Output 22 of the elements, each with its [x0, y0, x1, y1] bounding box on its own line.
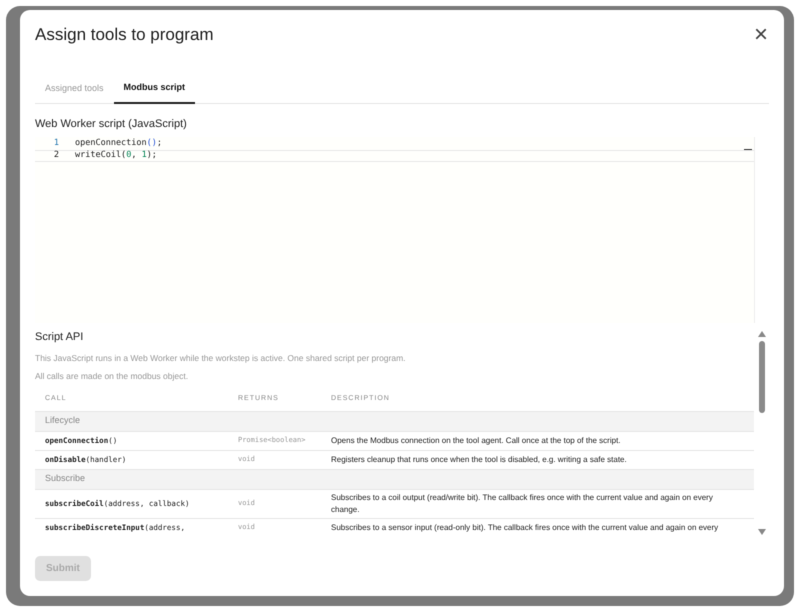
table-cell-text: Subscribes to a coil output (read/write bit). The callback fires once with the current value and again on every change.	[331, 492, 714, 516]
table-cell: Registers cleanup that runs once when the tool is disabled, e.g. writing a safe state.	[331, 454, 627, 466]
group-row: Lifecycle	[35, 410, 754, 430]
description-text: All calls are made on the modbus object.	[35, 370, 190, 382]
line-number: 2	[52, 149, 59, 162]
scroll-down-icon[interactable]	[758, 528, 766, 534]
line-number: 1	[52, 137, 59, 150]
minimap-marker	[744, 148, 752, 150]
editor-label: Web Worker script (JavaScript)	[35, 117, 187, 132]
table-cell: Opens the Modbus connection on the tool agent. Call once at the top of the script.	[331, 434, 621, 446]
dialog-title: Assign tools to program	[35, 24, 214, 46]
code-line: writeCoil(0, 1);	[75, 149, 157, 162]
close-button[interactable]: ×	[751, 23, 771, 47]
tab[interactable]: Modbus script	[114, 74, 196, 104]
table-cell: Subscribes to a sensor input (read-only bit). The callback fires once with the current value and again on every	[331, 522, 718, 534]
scroll-up-icon[interactable]	[758, 330, 766, 336]
code-line: openConnection();	[75, 137, 162, 150]
scrollbar-thumb[interactable]	[759, 340, 765, 412]
section-title: Script API	[35, 330, 84, 344]
group-row: Subscribe	[35, 468, 754, 488]
code-editor[interactable]: 1 openConnection(); 2 writeCoil(0, 1);	[35, 136, 755, 322]
description-text: This JavaScript runs in a Web Worker while the workstep is active. One shared script per program.	[35, 352, 407, 365]
